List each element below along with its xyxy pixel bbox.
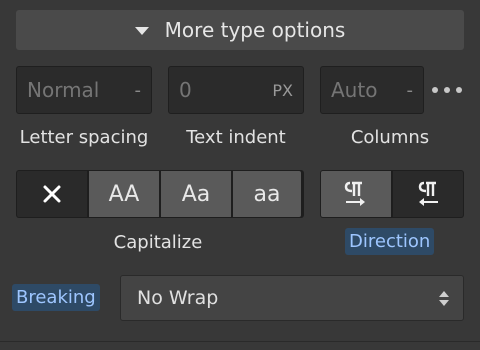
text-indent-label: Text indent — [186, 127, 286, 148]
more-options-icon[interactable] — [432, 78, 462, 102]
select-arrows-icon — [439, 290, 449, 306]
direction-rtl-button[interactable] — [393, 171, 463, 217]
direction-segmented-control — [320, 170, 464, 218]
breaking-select[interactable]: No Wrap — [120, 275, 464, 321]
more-type-options-label: More type options — [164, 18, 346, 42]
text-indent-input[interactable]: 0 PX — [168, 66, 304, 114]
letter-spacing-unit[interactable]: - — [135, 80, 142, 101]
columns-label: Columns — [350, 127, 430, 148]
capitalize-label: Capitalize — [113, 232, 203, 253]
breaking-label[interactable]: Breaking — [12, 284, 100, 311]
triangle-down-icon — [134, 27, 149, 35]
uppercase-button[interactable]: AA — [89, 171, 159, 217]
capitalize-segmented-control: AA Aa aa — [16, 170, 304, 218]
letter-spacing-label: Letter spacing — [19, 127, 149, 148]
breaking-select-value: No Wrap — [137, 287, 219, 309]
letter-spacing-value: Normal — [27, 78, 100, 102]
lowercase-icon: aa — [253, 181, 281, 207]
columns-value: Auto — [331, 78, 378, 102]
ltr-paragraph-icon — [344, 181, 365, 206]
uppercase-icon: AA — [108, 181, 140, 207]
capitalize-none-button[interactable] — [17, 171, 87, 217]
letter-spacing-input[interactable]: Normal - — [16, 66, 152, 114]
columns-unit[interactable]: - — [407, 80, 414, 101]
capitalize-button[interactable]: Aa — [161, 171, 231, 217]
direction-ltr-button[interactable] — [321, 171, 391, 217]
lowercase-button[interactable]: aa — [233, 171, 301, 217]
rtl-paragraph-icon — [418, 181, 438, 206]
columns-input[interactable]: Auto - — [320, 66, 424, 114]
more-type-options-button[interactable]: More type options — [16, 10, 464, 50]
none-x-icon — [43, 185, 61, 203]
divider — [0, 341, 480, 342]
text-indent-unit[interactable]: PX — [272, 81, 293, 100]
text-indent-value: 0 — [179, 78, 192, 102]
direction-label[interactable]: Direction — [345, 228, 435, 255]
capitalize-icon: Aa — [181, 181, 211, 207]
